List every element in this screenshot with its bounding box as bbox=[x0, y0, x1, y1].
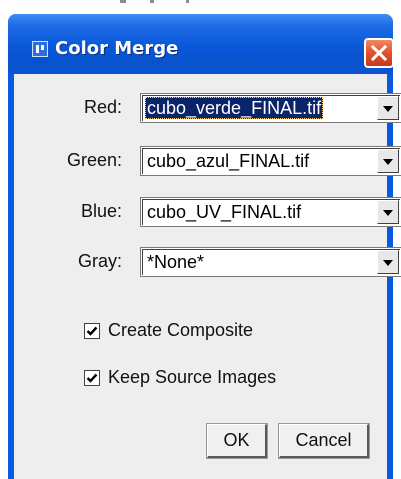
create-composite-label[interactable]: Create Composite bbox=[108, 320, 253, 341]
blue-channel-select[interactable]: cubo_UV_FINAL.tif bbox=[140, 197, 401, 227]
title-bar[interactable]: Color Merge bbox=[8, 14, 394, 74]
chevron-down-icon[interactable] bbox=[377, 250, 399, 274]
chevron-down-icon[interactable] bbox=[377, 149, 399, 173]
gray-channel-value: *None* bbox=[147, 252, 205, 272]
ok-button[interactable]: OK bbox=[206, 423, 268, 459]
close-button[interactable] bbox=[364, 38, 394, 68]
create-composite-checkbox[interactable] bbox=[84, 323, 100, 339]
green-channel-value: cubo_azul_FINAL.tif bbox=[147, 151, 310, 171]
color-merge-dialog: Color Merge Red: cubo_verde_FINAL.tif Gr… bbox=[0, 0, 401, 479]
gray-label: Gray: bbox=[77, 251, 122, 271]
red-channel-value: cubo_verde_FINAL.tif bbox=[145, 97, 324, 119]
chevron-down-icon[interactable] bbox=[377, 200, 399, 224]
chevron-down-icon[interactable] bbox=[377, 96, 399, 120]
red-label: Red: bbox=[83, 97, 122, 117]
blue-label: Blue: bbox=[80, 201, 122, 221]
close-icon bbox=[371, 45, 387, 61]
check-icon bbox=[86, 326, 98, 336]
background-strip bbox=[0, 0, 401, 14]
gray-channel-select[interactable]: *None* bbox=[140, 247, 401, 277]
green-channel-select[interactable]: cubo_azul_FINAL.tif bbox=[140, 146, 401, 176]
cancel-button[interactable]: Cancel bbox=[278, 423, 370, 459]
check-icon bbox=[86, 373, 98, 383]
window-title: Color Merge bbox=[55, 38, 179, 59]
dialog-body: Red: cubo_verde_FINAL.tif Green: cubo_az… bbox=[14, 74, 401, 479]
red-channel-select[interactable]: cubo_verde_FINAL.tif bbox=[140, 93, 401, 123]
blue-channel-value: cubo_UV_FINAL.tif bbox=[147, 202, 302, 222]
green-label: Green: bbox=[66, 150, 122, 170]
keep-source-checkbox[interactable] bbox=[84, 370, 100, 386]
keep-source-label[interactable]: Keep Source Images bbox=[108, 367, 276, 388]
app-icon[interactable] bbox=[32, 41, 48, 57]
